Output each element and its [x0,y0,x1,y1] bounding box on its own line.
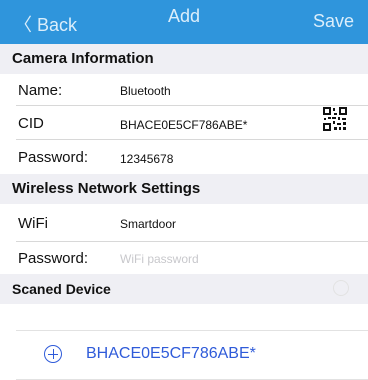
camera-cid-row[interactable]: CID BHACE0E5CF786ABE* [0,106,368,140]
wifi-row[interactable]: WiFi Smartdoor [0,204,368,242]
section-title: Camera Information [12,50,154,67]
wifi-ssid-field[interactable]: Smartdoor [120,217,176,231]
wifi-label: WiFi [18,215,48,232]
wifi-password-row[interactable]: Password: WiFi password [0,242,368,274]
password-label: Password: [18,250,89,267]
scanned-device-section: Scaned Device [0,274,368,304]
navigation-bar: 〈 Back Add Save [0,0,368,44]
camera-name-row[interactable]: Name: Bluetooth [0,74,368,106]
camera-password-field[interactable]: 12345678 [120,152,173,166]
camera-password-row[interactable]: Password: 12345678 [0,140,368,174]
save-button[interactable]: Save [313,11,354,32]
section-title: Wireless Network Settings [12,180,201,197]
add-circle-icon[interactable] [44,345,62,363]
password-label: Password: [18,149,89,166]
wifi-password-field[interactable]: WiFi password [120,252,199,266]
name-label: Name: [18,82,63,99]
camera-information-section: Camera Information [0,44,368,74]
name-field[interactable]: Bluetooth [120,84,171,98]
cid-field[interactable]: BHACE0E5CF786ABE* [120,118,247,132]
cid-label: CID [18,115,44,132]
scanned-device-list [0,304,368,380]
divider [16,330,368,331]
qr-code-icon[interactable] [322,106,348,132]
section-title: Scaned Device [12,281,111,297]
wireless-network-section: Wireless Network Settings [0,174,368,204]
scanned-device-item[interactable]: BHACE0E5CF786ABE* [86,345,256,363]
refresh-icon[interactable] [333,280,349,296]
